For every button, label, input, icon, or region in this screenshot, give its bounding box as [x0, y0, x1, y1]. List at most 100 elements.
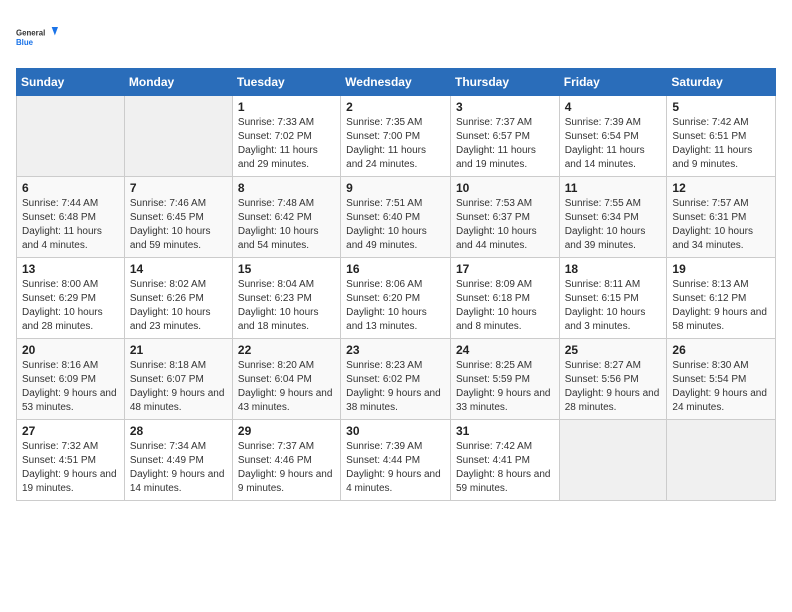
day-info: Sunrise: 7:37 AMSunset: 4:46 PMDaylight:… — [238, 440, 335, 496]
day-number: 25 — [565, 343, 662, 357]
calendar-cell: 4 Sunrise: 7:39 AMSunset: 6:54 PMDaylight… — [559, 96, 667, 177]
day-number: 30 — [346, 424, 445, 438]
calendar-table: SundayMondayTuesdayWednesdayThursdayFrid… — [16, 68, 776, 501]
day-of-week-header: Saturday — [667, 69, 776, 96]
calendar-cell: 21 Sunrise: 8:18 AMSunset: 6:07 PMDayligh… — [124, 339, 232, 420]
day-of-week-header: Monday — [124, 69, 232, 96]
calendar-cell: 3 Sunrise: 7:37 AMSunset: 6:57 PMDaylight… — [450, 96, 559, 177]
day-info: Sunrise: 7:46 AMSunset: 6:45 PMDaylight:… — [130, 197, 227, 253]
day-info: Sunrise: 8:02 AMSunset: 6:26 PMDaylight:… — [130, 278, 227, 334]
day-number: 5 — [672, 100, 770, 114]
day-info: Sunrise: 7:48 AMSunset: 6:42 PMDaylight:… — [238, 197, 335, 253]
day-number: 6 — [22, 181, 119, 195]
day-info: Sunrise: 8:27 AMSunset: 5:56 PMDaylight:… — [565, 359, 662, 415]
day-number: 27 — [22, 424, 119, 438]
calendar-cell: 28Sunrise: 7:34 AMSunset: 4:49 PMDayligh… — [124, 420, 232, 501]
day-number: 7 — [130, 181, 227, 195]
logo: General Blue — [16, 16, 58, 58]
calendar-cell: 15 Sunrise: 8:04 AMSunset: 6:23 PMDayligh… — [232, 258, 340, 339]
day-info: Sunrise: 7:42 AMSunset: 4:41 PMDaylight:… — [456, 440, 554, 496]
day-number: 17 — [456, 262, 554, 276]
day-number: 11 — [565, 181, 662, 195]
day-number: 16 — [346, 262, 445, 276]
day-info: Sunrise: 7:42 AMSunset: 6:51 PMDaylight:… — [672, 116, 770, 172]
day-info: Sunrise: 7:55 AMSunset: 6:34 PMDaylight:… — [565, 197, 662, 253]
day-number: 8 — [238, 181, 335, 195]
day-number: 20 — [22, 343, 119, 357]
day-number: 22 — [238, 343, 335, 357]
day-info: Sunrise: 8:11 AMSunset: 6:15 PMDaylight:… — [565, 278, 662, 334]
day-info: Sunrise: 8:25 AMSunset: 5:59 PMDaylight:… — [456, 359, 554, 415]
calendar-cell — [559, 420, 667, 501]
svg-text:Blue: Blue — [16, 38, 34, 47]
logo-svg: General Blue — [16, 16, 58, 58]
calendar-cell: 2Sunrise: 7:35 AMSunset: 7:00 PMDaylight… — [341, 96, 451, 177]
calendar-header-row: SundayMondayTuesdayWednesdayThursdayFrid… — [17, 69, 776, 96]
calendar-cell: 19Sunrise: 8:13 AMSunset: 6:12 PMDayligh… — [667, 258, 776, 339]
day-info: Sunrise: 7:39 AMSunset: 4:44 PMDaylight:… — [346, 440, 445, 496]
day-number: 13 — [22, 262, 119, 276]
day-info: Sunrise: 7:44 AMSunset: 6:48 PMDaylight:… — [22, 197, 119, 253]
calendar-cell: 5 Sunrise: 7:42 AMSunset: 6:51 PMDaylight… — [667, 96, 776, 177]
calendar-week-row: 13 Sunrise: 8:00 AMSunset: 6:29 PMDayligh… — [17, 258, 776, 339]
day-info: Sunrise: 7:39 AMSunset: 6:54 PMDaylight:… — [565, 116, 662, 172]
day-info: Sunrise: 8:23 AMSunset: 6:02 PMDaylight:… — [346, 359, 445, 415]
day-number: 18 — [565, 262, 662, 276]
day-of-week-header: Friday — [559, 69, 667, 96]
day-info: Sunrise: 8:13 AMSunset: 6:12 PMDaylight:… — [672, 278, 770, 334]
day-of-week-header: Wednesday — [341, 69, 451, 96]
calendar-cell: 14 Sunrise: 8:02 AMSunset: 6:26 PMDayligh… — [124, 258, 232, 339]
day-number: 29 — [238, 424, 335, 438]
calendar-cell: 23 Sunrise: 8:23 AMSunset: 6:02 PMDayligh… — [341, 339, 451, 420]
day-number: 9 — [346, 181, 445, 195]
day-info: Sunrise: 7:57 AMSunset: 6:31 PMDaylight:… — [672, 197, 770, 253]
calendar-cell: 8 Sunrise: 7:48 AMSunset: 6:42 PMDaylight… — [232, 177, 340, 258]
calendar-week-row: 27 Sunrise: 7:32 AMSunset: 4:51 PMDayligh… — [17, 420, 776, 501]
day-number: 12 — [672, 181, 770, 195]
calendar-cell: 11 Sunrise: 7:55 AMSunset: 6:34 PMDayligh… — [559, 177, 667, 258]
day-number: 2 — [346, 100, 445, 114]
calendar-cell: 24Sunrise: 8:25 AMSunset: 5:59 PMDayligh… — [450, 339, 559, 420]
day-number: 31 — [456, 424, 554, 438]
day-info: Sunrise: 8:18 AMSunset: 6:07 PMDaylight:… — [130, 359, 227, 415]
calendar-cell: 27 Sunrise: 7:32 AMSunset: 4:51 PMDayligh… — [17, 420, 125, 501]
day-info: Sunrise: 8:16 AMSunset: 6:09 PMDaylight:… — [22, 359, 119, 415]
day-info: Sunrise: 8:04 AMSunset: 6:23 PMDaylight:… — [238, 278, 335, 334]
calendar-week-row: 1 Sunrise: 7:33 AMSunset: 7:02 PMDaylight… — [17, 96, 776, 177]
day-info: Sunrise: 7:37 AMSunset: 6:57 PMDaylight:… — [456, 116, 554, 172]
day-info: Sunrise: 7:51 AMSunset: 6:40 PMDaylight:… — [346, 197, 445, 253]
day-number: 3 — [456, 100, 554, 114]
day-number: 10 — [456, 181, 554, 195]
calendar-cell: 31 Sunrise: 7:42 AMSunset: 4:41 PMDayligh… — [450, 420, 559, 501]
day-number: 21 — [130, 343, 227, 357]
day-info: Sunrise: 8:06 AMSunset: 6:20 PMDaylight:… — [346, 278, 445, 334]
calendar-cell: 17Sunrise: 8:09 AMSunset: 6:18 PMDayligh… — [450, 258, 559, 339]
day-info: Sunrise: 8:30 AMSunset: 5:54 PMDaylight:… — [672, 359, 770, 415]
day-number: 15 — [238, 262, 335, 276]
day-number: 23 — [346, 343, 445, 357]
calendar-cell: 10 Sunrise: 7:53 AMSunset: 6:37 PMDayligh… — [450, 177, 559, 258]
day-info: Sunrise: 8:20 AMSunset: 6:04 PMDaylight:… — [238, 359, 335, 415]
page-header: General Blue — [16, 16, 776, 58]
day-of-week-header: Sunday — [17, 69, 125, 96]
day-number: 1 — [238, 100, 335, 114]
day-info: Sunrise: 7:53 AMSunset: 6:37 PMDaylight:… — [456, 197, 554, 253]
calendar-cell: 13 Sunrise: 8:00 AMSunset: 6:29 PMDayligh… — [17, 258, 125, 339]
calendar-cell: 26Sunrise: 8:30 AMSunset: 5:54 PMDayligh… — [667, 339, 776, 420]
calendar-cell: 20 Sunrise: 8:16 AMSunset: 6:09 PMDayligh… — [17, 339, 125, 420]
calendar-cell: 12 Sunrise: 7:57 AMSunset: 6:31 PMDayligh… — [667, 177, 776, 258]
day-number: 4 — [565, 100, 662, 114]
calendar-cell — [17, 96, 125, 177]
day-of-week-header: Thursday — [450, 69, 559, 96]
day-number: 14 — [130, 262, 227, 276]
day-info: Sunrise: 7:33 AMSunset: 7:02 PMDaylight:… — [238, 116, 335, 172]
day-of-week-header: Tuesday — [232, 69, 340, 96]
calendar-cell: 30 Sunrise: 7:39 AMSunset: 4:44 PMDayligh… — [341, 420, 451, 501]
calendar-cell: 7 Sunrise: 7:46 AMSunset: 6:45 PMDaylight… — [124, 177, 232, 258]
calendar-week-row: 6 Sunrise: 7:44 AMSunset: 6:48 PMDaylight… — [17, 177, 776, 258]
calendar-cell: 25 Sunrise: 8:27 AMSunset: 5:56 PMDayligh… — [559, 339, 667, 420]
calendar-cell: 18 Sunrise: 8:11 AMSunset: 6:15 PMDayligh… — [559, 258, 667, 339]
day-info: Sunrise: 7:32 AMSunset: 4:51 PMDaylight:… — [22, 440, 119, 496]
calendar-cell: 29 Sunrise: 7:37 AMSunset: 4:46 PMDayligh… — [232, 420, 340, 501]
day-info: Sunrise: 8:00 AMSunset: 6:29 PMDaylight:… — [22, 278, 119, 334]
